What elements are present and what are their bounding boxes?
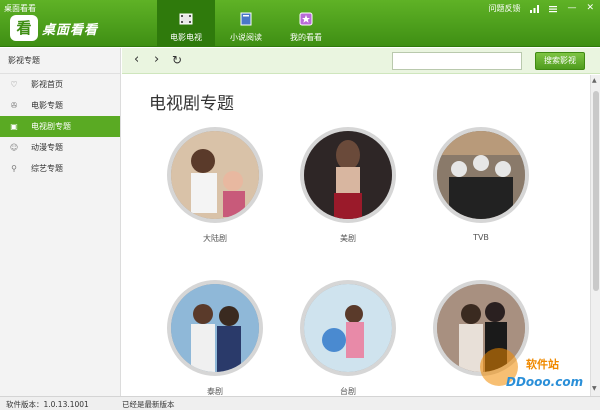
poster-image — [437, 131, 525, 219]
card-label: 泰剧 — [207, 387, 223, 396]
watermark-text: 软件站 — [526, 358, 559, 371]
content-area: 电视剧专题 大陆剧 美剧 TVB 泰剧 台剧 — [122, 75, 590, 396]
header-controls: 问题反馈 — ✕ — [488, 3, 594, 14]
sidebar-item-variety[interactable]: ⚲ 综艺专题 — [0, 158, 120, 179]
status-bar: 软件版本：1.0.13.1001 已经是最新版本 — [0, 396, 600, 410]
book-icon — [240, 12, 252, 26]
scroll-thumb[interactable] — [593, 91, 599, 291]
card-label: 美剧 — [340, 234, 356, 243]
version-text: 软件版本：1.0.13.1001 — [6, 400, 89, 409]
film-icon — [179, 13, 193, 25]
poster-thumbnail — [167, 127, 263, 223]
app-name: 桌面看看 — [42, 23, 99, 38]
forward-button[interactable]: › — [154, 52, 159, 68]
feedback-link[interactable]: 问题反馈 — [488, 3, 520, 14]
poster-thumbnail — [300, 280, 396, 376]
sidebar-item-home[interactable]: ♡ 影视首页 — [0, 74, 120, 95]
poster-thumbnail — [300, 127, 396, 223]
signal-icon[interactable] — [530, 4, 540, 13]
title-bar: 桌面看看 看 桌面看看 电影电视 小说阅读 我的看看 问题反馈 — ✕ — [0, 0, 600, 47]
tab-label: 我的看看 — [290, 33, 322, 42]
minimize-button[interactable]: — — [567, 4, 576, 13]
poster-image — [171, 284, 259, 372]
update-status-text: 已经是最新版本 — [122, 400, 175, 409]
search-button[interactable]: 搜索影视 — [535, 52, 585, 70]
card-label: 台剧 — [340, 387, 356, 396]
film-reel-icon: ✇ — [10, 101, 18, 110]
menu-icon[interactable] — [549, 5, 558, 13]
sidebar-item-anime[interactable]: ☺ 动漫专题 — [0, 137, 120, 158]
card-label: TVB — [473, 233, 489, 242]
nav-toolbar: ‹ › ↻ 搜索影视 — [122, 48, 600, 74]
poster-image — [171, 131, 259, 219]
category-card-us[interactable]: 美剧 — [298, 127, 398, 244]
poster-image — [304, 131, 392, 219]
category-card-taiwan[interactable]: 台剧 — [298, 280, 398, 396]
main-tabs: 电影电视 小说阅读 我的看看 — [157, 0, 337, 47]
sidebar-item-movies[interactable]: ✇ 电影专题 — [0, 95, 120, 116]
sidebar-item-label: 电影专题 — [31, 101, 63, 110]
sidebar-item-label: 综艺专题 — [31, 164, 63, 173]
sidebar-item-label: 电视剧专题 — [31, 122, 71, 131]
vertical-scrollbar[interactable]: ▲ ▼ — [590, 75, 600, 396]
tv-icon: ▣ — [10, 122, 18, 131]
heart-icon: ♡ — [10, 80, 18, 89]
sidebar-item-tv-series[interactable]: ▣ 电视剧专题 — [0, 116, 120, 137]
search-icon: ⚲ — [11, 164, 17, 173]
search-input[interactable] — [392, 52, 522, 70]
tab-novels[interactable]: 小说阅读 — [217, 0, 275, 47]
refresh-button[interactable]: ↻ — [172, 52, 182, 68]
scroll-down-icon[interactable]: ▼ — [592, 385, 597, 392]
close-button[interactable]: ✕ — [586, 4, 594, 13]
category-card-thai[interactable]: 泰剧 — [165, 280, 265, 396]
sidebar-title: 影视专题 — [0, 48, 120, 74]
cartoon-icon: ☺ — [9, 143, 19, 152]
page-title: 电视剧专题 — [149, 94, 234, 114]
card-label: 大陆剧 — [203, 234, 227, 243]
poster-image — [304, 284, 392, 372]
poster-thumbnail — [433, 127, 529, 223]
window-title: 桌面看看 — [4, 4, 36, 13]
tab-label: 小说阅读 — [230, 33, 262, 42]
app-logo-icon: 看 — [10, 15, 38, 41]
sidebar: 影视专题 ♡ 影视首页 ✇ 电影专题 ▣ 电视剧专题 ☺ 动漫专题 ⚲ 综艺专题 — [0, 48, 121, 396]
category-card-tvb[interactable]: TVB — [431, 127, 531, 242]
tab-label: 电影电视 — [170, 33, 202, 42]
tab-my-kankan[interactable]: 我的看看 — [277, 0, 335, 47]
star-icon — [299, 12, 313, 26]
watermark-url: DDooo.com — [506, 375, 584, 389]
back-button[interactable]: ‹ — [134, 52, 139, 68]
sidebar-item-label: 影视首页 — [31, 80, 63, 89]
poster-thumbnail — [167, 280, 263, 376]
scroll-up-icon[interactable]: ▲ — [592, 77, 597, 84]
sidebar-item-label: 动漫专题 — [31, 143, 63, 152]
tab-movies-tv[interactable]: 电影电视 — [157, 0, 215, 47]
category-card-mainland[interactable]: 大陆剧 — [165, 127, 265, 244]
